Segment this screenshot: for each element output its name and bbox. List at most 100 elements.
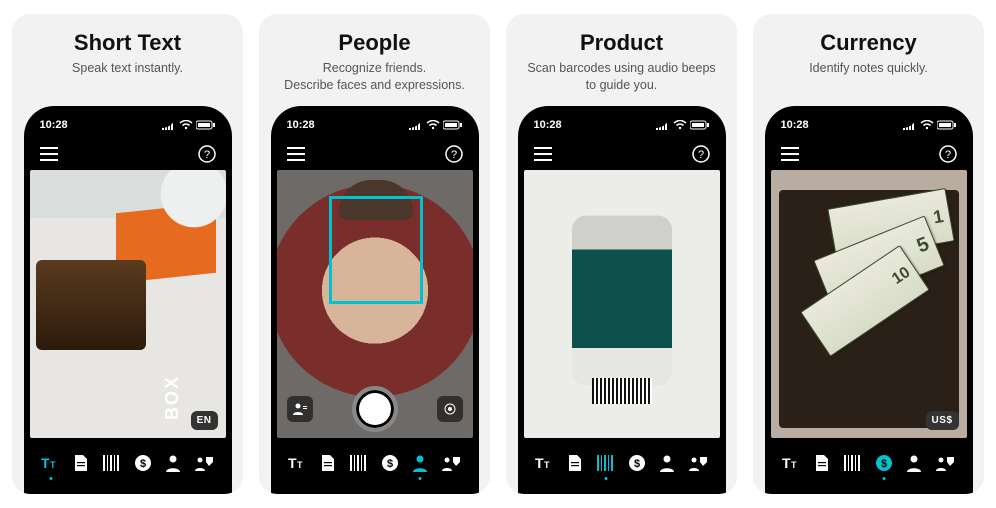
- mode-scene[interactable]: [193, 452, 215, 474]
- screenshot-card-currency: Currency Identify notes quickly. 10:28 ?…: [753, 14, 984, 494]
- hamburger-menu-icon[interactable]: [534, 145, 552, 163]
- mode-scene[interactable]: [934, 452, 956, 474]
- mode-scene[interactable]: [687, 452, 709, 474]
- mode-short-text[interactable]: TT: [781, 452, 803, 474]
- battery-icon: [196, 120, 216, 130]
- mode-person[interactable]: [903, 452, 925, 474]
- camera-viewfinder: 1 5 10 US$: [771, 170, 967, 438]
- mode-currency[interactable]: $: [132, 452, 154, 474]
- notch: [821, 106, 917, 128]
- svg-text:?: ?: [450, 149, 456, 161]
- svg-text:T: T: [297, 460, 303, 470]
- svg-text:$: $: [140, 458, 146, 470]
- svg-text:T: T: [791, 460, 797, 470]
- mode-product[interactable]: [842, 452, 864, 474]
- battery-icon: [443, 120, 463, 130]
- notch: [80, 106, 176, 128]
- mode-currency[interactable]: $: [873, 452, 895, 474]
- hamburger-menu-icon[interactable]: [40, 145, 58, 163]
- hamburger-menu-icon[interactable]: [287, 145, 305, 163]
- app-bar: ?: [771, 138, 967, 170]
- mode-bar: TT $: [771, 438, 967, 494]
- notch: [327, 106, 423, 128]
- help-icon[interactable]: ?: [198, 145, 216, 163]
- mode-document[interactable]: [811, 452, 833, 474]
- face-settings-icon[interactable]: [437, 396, 463, 422]
- svg-text:?: ?: [944, 149, 950, 161]
- svg-text:T: T: [50, 460, 56, 470]
- svg-text:T: T: [535, 455, 544, 471]
- image-can: [572, 216, 672, 386]
- card-subtitle: Speak text instantly.: [66, 60, 189, 96]
- mode-scene[interactable]: [440, 452, 462, 474]
- app-bar: ?: [524, 138, 720, 170]
- mode-document[interactable]: [317, 452, 339, 474]
- camera-viewfinder: BOX EN: [30, 170, 226, 438]
- svg-text:T: T: [288, 455, 297, 471]
- mode-short-text[interactable]: TT: [534, 452, 556, 474]
- phone-mockup: 10:28 ? TT $: [271, 106, 479, 494]
- mode-person[interactable]: [409, 452, 431, 474]
- status-time: 10:28: [287, 119, 315, 131]
- svg-text:?: ?: [203, 149, 209, 161]
- svg-text:T: T: [782, 455, 791, 471]
- svg-text:$: $: [881, 458, 887, 470]
- card-title: Currency: [820, 30, 917, 56]
- help-icon[interactable]: ?: [939, 145, 957, 163]
- hamburger-menu-icon[interactable]: [781, 145, 799, 163]
- phone-mockup: 10:28 ? 1 5 10 US$ TT $: [765, 106, 973, 494]
- mode-bar: TT $: [277, 438, 473, 494]
- wifi-icon: [179, 120, 193, 130]
- mode-short-text[interactable]: TT: [40, 452, 62, 474]
- app-bar: ?: [30, 138, 226, 170]
- currency-badge[interactable]: US$: [926, 411, 959, 430]
- card-subtitle: Recognize friends. Describe faces and ex…: [278, 60, 471, 96]
- mode-currency[interactable]: $: [379, 452, 401, 474]
- image-glove: [146, 170, 226, 230]
- screenshot-card-product: Product Scan barcodes using audio beeps …: [506, 14, 737, 494]
- card-subtitle: Identify notes quickly.: [803, 60, 934, 96]
- screenshot-card-people: People Recognize friends. Describe faces…: [259, 14, 490, 494]
- language-badge[interactable]: EN: [191, 411, 218, 430]
- mode-product[interactable]: [348, 452, 370, 474]
- notch: [574, 106, 670, 128]
- camera-viewfinder: [524, 170, 720, 438]
- mode-document[interactable]: [564, 452, 586, 474]
- mode-short-text[interactable]: TT: [287, 452, 309, 474]
- app-bar: ?: [277, 138, 473, 170]
- mode-product[interactable]: [101, 452, 123, 474]
- status-time: 10:28: [781, 119, 809, 131]
- mode-person[interactable]: [162, 452, 184, 474]
- image-box-label: BOX: [162, 375, 183, 420]
- mode-currency[interactable]: $: [626, 452, 648, 474]
- face-detection-box: [329, 196, 423, 304]
- card-title: Short Text: [74, 30, 181, 56]
- help-icon[interactable]: ?: [692, 145, 710, 163]
- card-title: People: [338, 30, 410, 56]
- mode-document[interactable]: [70, 452, 92, 474]
- status-time: 10:28: [40, 119, 68, 131]
- mode-bar: TT $: [30, 438, 226, 494]
- image-barcode: [592, 378, 652, 404]
- add-person-icon[interactable]: [287, 396, 313, 422]
- svg-text:?: ?: [697, 149, 703, 161]
- svg-text:$: $: [634, 458, 640, 470]
- screenshot-card-short-text: Short Text Speak text instantly. 10:28 ?…: [12, 14, 243, 494]
- mode-person[interactable]: [656, 452, 678, 474]
- svg-text:T: T: [544, 460, 550, 470]
- battery-icon: [690, 120, 710, 130]
- camera-viewfinder: [277, 170, 473, 438]
- wifi-icon: [920, 120, 934, 130]
- svg-text:T: T: [41, 455, 50, 471]
- mode-bar: TT $: [524, 438, 720, 494]
- image-food-tray: [36, 260, 146, 350]
- wifi-icon: [426, 120, 440, 130]
- phone-mockup: 10:28 ? BOX EN TT $: [24, 106, 232, 494]
- help-icon[interactable]: ?: [445, 145, 463, 163]
- status-time: 10:28: [534, 119, 562, 131]
- shutter-button[interactable]: [352, 386, 398, 432]
- mode-product[interactable]: [595, 452, 617, 474]
- wifi-icon: [673, 120, 687, 130]
- card-subtitle: Scan barcodes using audio beeps to guide…: [516, 60, 727, 96]
- card-title: Product: [580, 30, 663, 56]
